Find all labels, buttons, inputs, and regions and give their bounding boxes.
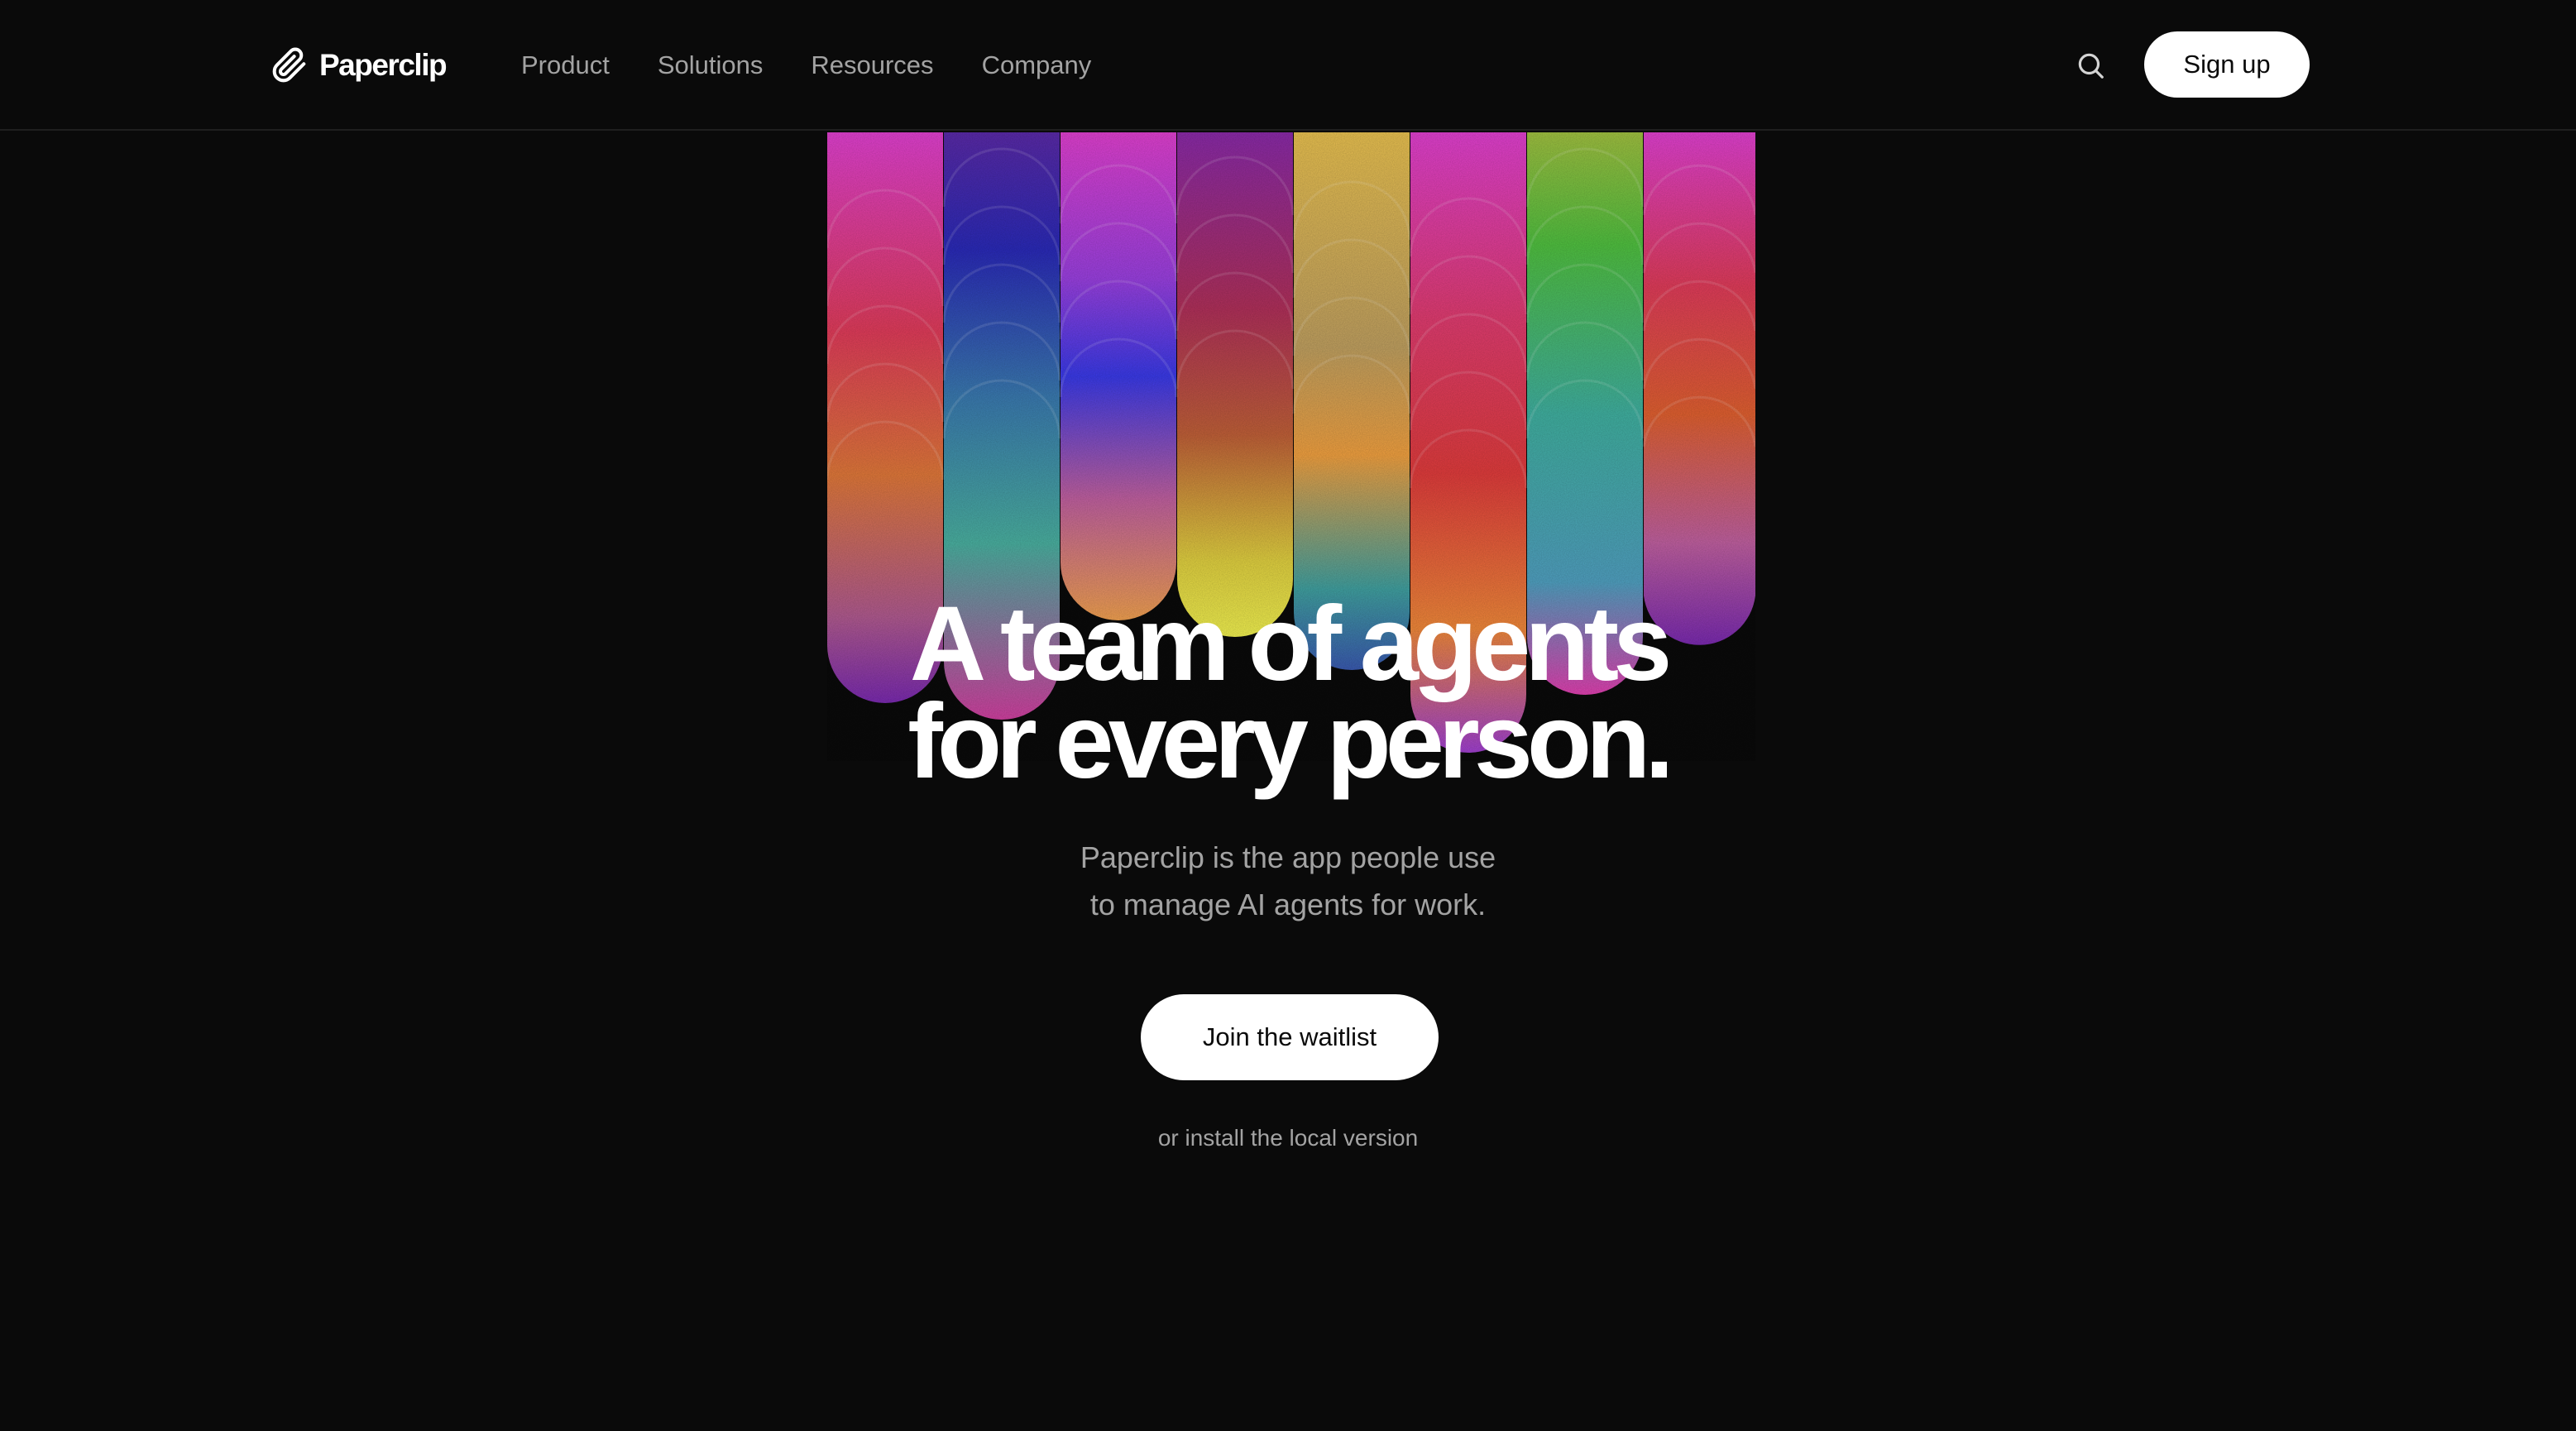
install-local-version-link[interactable]: or install the local version (1158, 1125, 1418, 1151)
hero-headline: A team of agents for every person. (0, 585, 2576, 801)
nav-item-company[interactable]: Company (982, 50, 1092, 80)
nav-item-solutions[interactable]: Solutions (658, 50, 764, 80)
nav-item-resources[interactable]: Resources (811, 50, 933, 80)
hero-subtext-line-1: Paperclip is the app people use (1080, 840, 1496, 874)
main-nav: Product Solutions Resources Company (521, 43, 1091, 88)
brand-logo[interactable]: Paperclip (271, 43, 448, 88)
search-icon (2078, 53, 2104, 79)
hero-subtext: Paperclip is the app people use to manag… (0, 834, 2576, 928)
hero-headline-line-1: A team of agents (909, 585, 1673, 703)
hero-subtext-line-2: to manage AI agents for work. (1089, 888, 1487, 921)
search-button[interactable] (2071, 46, 2109, 84)
hero-headline-line-2: for every person. (907, 682, 1674, 801)
brand-name: Paperclip (319, 48, 448, 82)
signup-button[interactable]: Sign up (2144, 31, 2310, 98)
install-local-version: or install the local version (0, 1123, 2576, 1153)
paperclip-icon (272, 47, 306, 83)
nav-item-product[interactable]: Product (521, 50, 610, 80)
join-waitlist-button[interactable]: Join the waitlist (1141, 994, 1439, 1080)
site-header: Paperclip Product Solutions Resources Co… (0, 0, 2576, 131)
